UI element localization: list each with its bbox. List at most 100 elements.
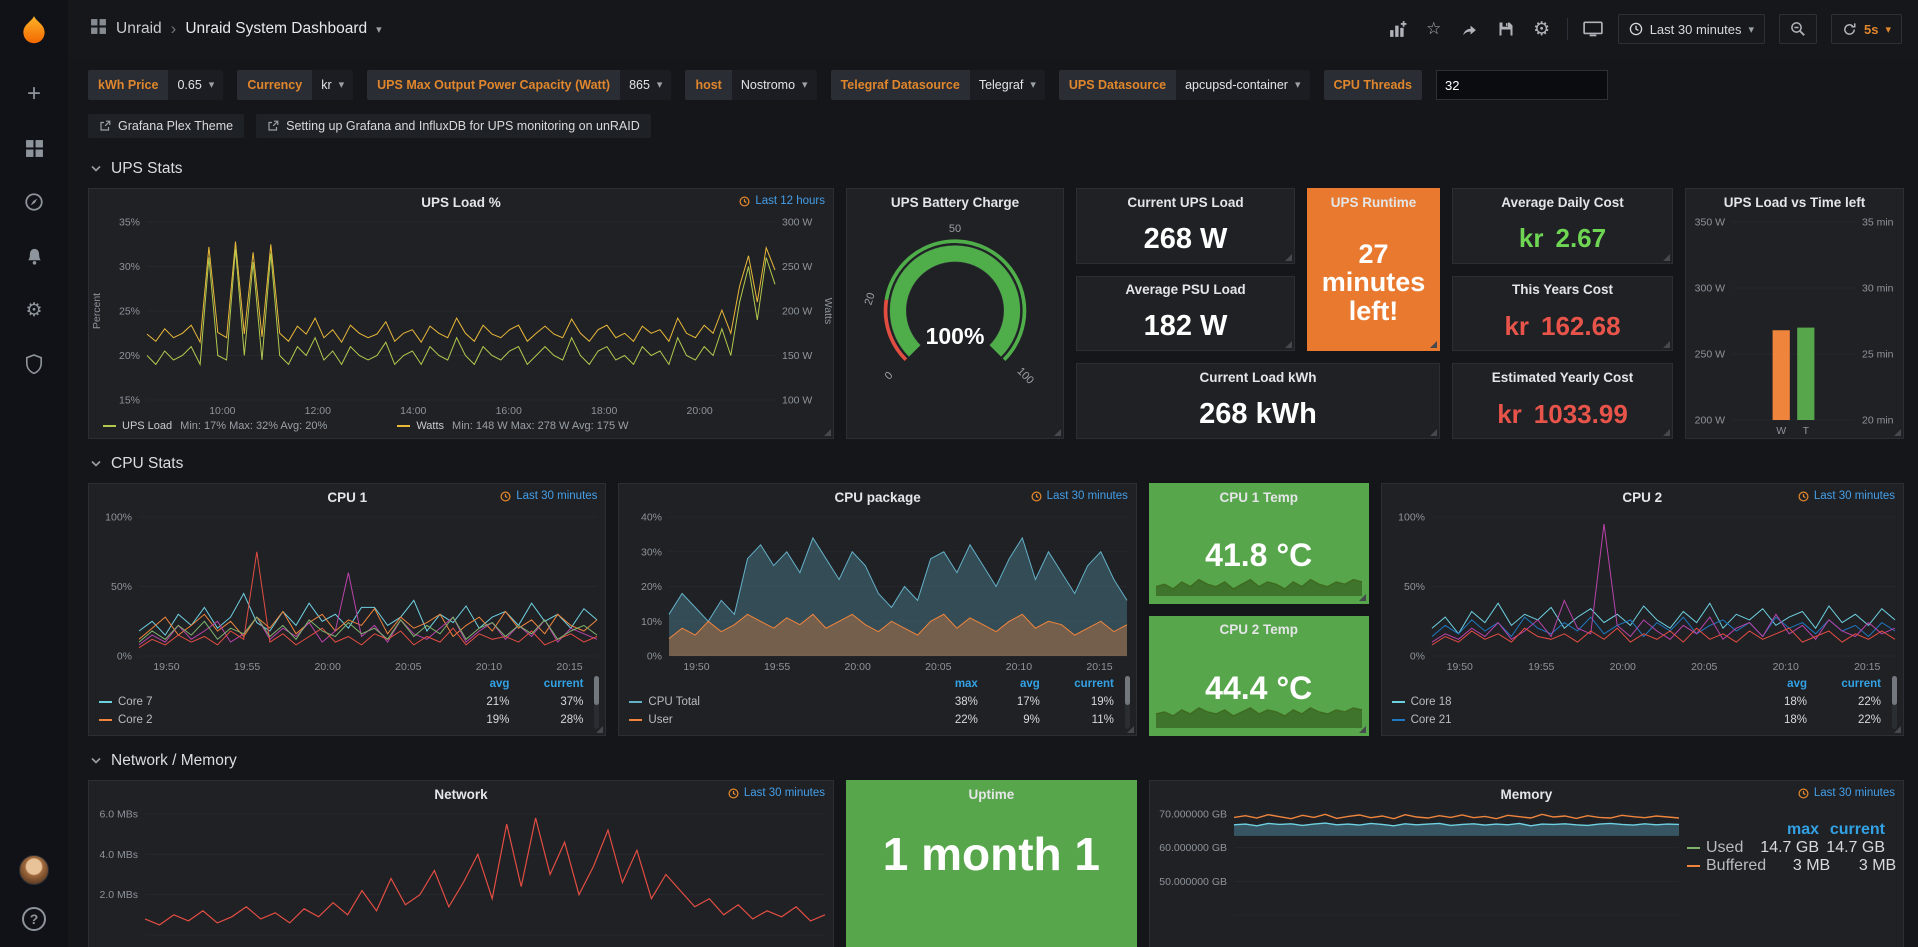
- save-dashboard-button[interactable]: [1495, 16, 1517, 42]
- panel-title[interactable]: Uptime: [968, 787, 1014, 802]
- panel-title[interactable]: CPU 2: [1622, 490, 1662, 505]
- svg-text:300 W: 300 W: [1695, 283, 1725, 295]
- legend-sort-avg[interactable]: avg: [447, 678, 509, 690]
- create-icon[interactable]: [21, 81, 47, 107]
- grafana-logo[interactable]: [17, 14, 51, 53]
- grafana-flame-icon: [17, 14, 51, 48]
- user-avatar[interactable]: [19, 855, 49, 885]
- dashboard-settings-button[interactable]: [1531, 16, 1553, 42]
- legend-item-watts[interactable]: Watts Min: 148 W Max: 278 W Avg: 175 W: [397, 420, 628, 432]
- link-grafana-plex-theme[interactable]: Grafana Plex Theme: [88, 114, 244, 138]
- row-network-memory: Network Last 30 minutes 6.0 MBs4.0 MBs2.…: [88, 780, 1904, 947]
- ups-load-chart[interactable]: 35%300 W30%250 W25%200 W20%150 W15%100 W…: [89, 215, 833, 418]
- help-icon[interactable]: ?: [22, 907, 46, 931]
- panel-title[interactable]: Average PSU Load: [1125, 282, 1245, 297]
- panel-title[interactable]: This Years Cost: [1512, 282, 1613, 297]
- cpu-package-chart[interactable]: 40%30%20%10%0%19:5019:5520:0020:0520:102…: [619, 510, 1135, 674]
- time-picker-button[interactable]: Last 30 minutes: [1618, 14, 1765, 44]
- panel-cpu2-temp: CPU 2 Temp 44.4 °C: [1149, 616, 1369, 737]
- refresh-interval-label: 5s: [1864, 22, 1878, 37]
- panel-current-ups-load: Current UPS Load 268 W: [1076, 188, 1295, 264]
- legend-scrollbar[interactable]: [1125, 676, 1130, 729]
- dashboard-submenu: kWh Price 0.65 Currency kr UPS Max Outpu…: [68, 58, 1918, 138]
- svg-text:100%: 100%: [1398, 512, 1425, 524]
- legend-series-toggle[interactable]: Used: [1687, 839, 1755, 857]
- star-dashboard-button[interactable]: [1423, 16, 1445, 42]
- svg-text:19:50: 19:50: [684, 661, 710, 673]
- legend-series-toggle[interactable]: Core 2: [99, 714, 443, 726]
- svg-text:20:15: 20:15: [1854, 661, 1880, 673]
- network-chart[interactable]: 6.0 MBs4.0 MBs2.0 MBs: [89, 807, 833, 939]
- svg-text:40%: 40%: [641, 512, 662, 524]
- section-cpu-stats[interactable]: CPU Stats: [90, 455, 1904, 473]
- panel-title[interactable]: UPS Battery Charge: [891, 195, 1019, 210]
- clock-icon: [1798, 788, 1809, 799]
- section-network-memory[interactable]: Network / Memory: [90, 752, 1904, 770]
- variable-host[interactable]: host Nostromo: [685, 70, 816, 100]
- refresh-button[interactable]: 5s: [1831, 14, 1902, 44]
- caret-down-icon: [209, 70, 215, 100]
- panel-title[interactable]: Current UPS Load: [1127, 195, 1243, 210]
- legend-scrollbar[interactable]: [1892, 676, 1897, 729]
- panel-title[interactable]: UPS Load %: [421, 195, 501, 210]
- link-ups-monitoring-guide[interactable]: Setting up Grafana and InfluxDB for UPS …: [256, 114, 651, 138]
- panel-title[interactable]: UPS Runtime: [1331, 195, 1417, 210]
- variable-kwh-price[interactable]: kWh Price 0.65: [88, 70, 223, 100]
- legend-series-toggle[interactable]: Core 18: [1392, 696, 1741, 708]
- sidebar: ?: [0, 0, 68, 947]
- legend-sort-current[interactable]: current: [1811, 678, 1881, 690]
- legend-series-toggle[interactable]: User: [629, 714, 915, 726]
- explore-icon[interactable]: [21, 189, 47, 215]
- legend-sort-avg[interactable]: avg: [1745, 678, 1807, 690]
- panel-title[interactable]: CPU 1: [327, 490, 367, 505]
- variable-telegraf-datasource[interactable]: Telegraf Datasource Telegraf: [831, 70, 1045, 100]
- legend-sort-max[interactable]: max: [1759, 821, 1819, 839]
- legend-series-toggle[interactable]: Core 21: [1392, 714, 1741, 726]
- tv-kiosk-button[interactable]: [1582, 16, 1604, 42]
- panel-title[interactable]: Average Daily Cost: [1501, 195, 1624, 210]
- cpu2-chart[interactable]: 100%50%0%19:5019:5520:0020:0520:1020:15: [1382, 510, 1903, 674]
- panel-cpu1-temp: CPU 1 Temp 41.8 °C: [1149, 483, 1369, 604]
- legend-sort-avg[interactable]: avg: [982, 678, 1040, 690]
- configuration-gear-icon[interactable]: [21, 297, 47, 323]
- panel-title[interactable]: CPU 2 Temp: [1219, 622, 1298, 637]
- panel-title[interactable]: Network: [434, 787, 487, 802]
- variable-currency[interactable]: Currency kr: [237, 70, 353, 100]
- legend-sort-current[interactable]: current: [1823, 821, 1885, 839]
- legend-sort-current[interactable]: current: [513, 678, 583, 690]
- dashboards-icon[interactable]: [21, 135, 47, 161]
- legend-series-toggle[interactable]: CPU Total: [629, 696, 915, 708]
- svg-text:20:05: 20:05: [395, 661, 421, 673]
- alerting-bell-icon[interactable]: [21, 243, 47, 269]
- legend-sort-current[interactable]: current: [1044, 678, 1114, 690]
- add-panel-button[interactable]: [1387, 16, 1409, 42]
- dashboard-title[interactable]: Unraid System Dashboard: [185, 20, 367, 38]
- share-dashboard-button[interactable]: [1459, 16, 1481, 42]
- server-admin-shield-icon[interactable]: [21, 351, 47, 377]
- memory-chart[interactable]: 70.000000 GB60.000000 GB50.000000 GB: [1150, 807, 1687, 919]
- title-caret-icon[interactable]: [376, 23, 382, 36]
- legend-item-ups-load[interactable]: UPS Load Min: 17% Max: 32% Avg: 20%: [103, 420, 327, 432]
- ups-load-vs-time-chart[interactable]: 350 W35 min300 W30 min250 W25 min200 W20…: [1686, 215, 1903, 438]
- zoom-out-button[interactable]: [1779, 14, 1817, 44]
- panel-cpu1-graph: CPU 1 Last 30 minutes 100%50%0%19:5019:5…: [88, 483, 606, 736]
- cpu-threads-input[interactable]: [1436, 70, 1608, 100]
- variable-ups-max-power[interactable]: UPS Max Output Power Capacity (Watt) 865: [367, 70, 671, 100]
- variable-ups-datasource[interactable]: UPS Datasource apcupsd-container: [1059, 70, 1310, 100]
- svg-text:15%: 15%: [119, 395, 140, 407]
- panel-title[interactable]: CPU 1 Temp: [1219, 490, 1298, 505]
- panel-title[interactable]: Memory: [1500, 787, 1552, 802]
- svg-text:20:00: 20:00: [315, 661, 341, 673]
- row-ups: UPS Load % Last 12 hours 35%300 W30%250 …: [88, 188, 1904, 439]
- cpu1-chart[interactable]: 100%50%0%19:5019:5520:0020:0520:1020:15: [89, 510, 605, 674]
- panel-title[interactable]: UPS Load vs Time left: [1724, 195, 1866, 210]
- panel-title[interactable]: Current Load kWh: [1200, 370, 1317, 385]
- legend-scrollbar[interactable]: [594, 676, 599, 729]
- panel-title[interactable]: Estimated Yearly Cost: [1492, 370, 1634, 385]
- section-ups-stats[interactable]: UPS Stats: [90, 160, 1904, 178]
- legend-sort-max[interactable]: max: [920, 678, 978, 690]
- panel-title[interactable]: CPU package: [834, 490, 920, 505]
- legend-series-toggle[interactable]: Buffered: [1687, 857, 1766, 875]
- legend-series-toggle[interactable]: Core 7: [99, 696, 443, 708]
- breadcrumb-folder[interactable]: Unraid: [116, 20, 162, 38]
